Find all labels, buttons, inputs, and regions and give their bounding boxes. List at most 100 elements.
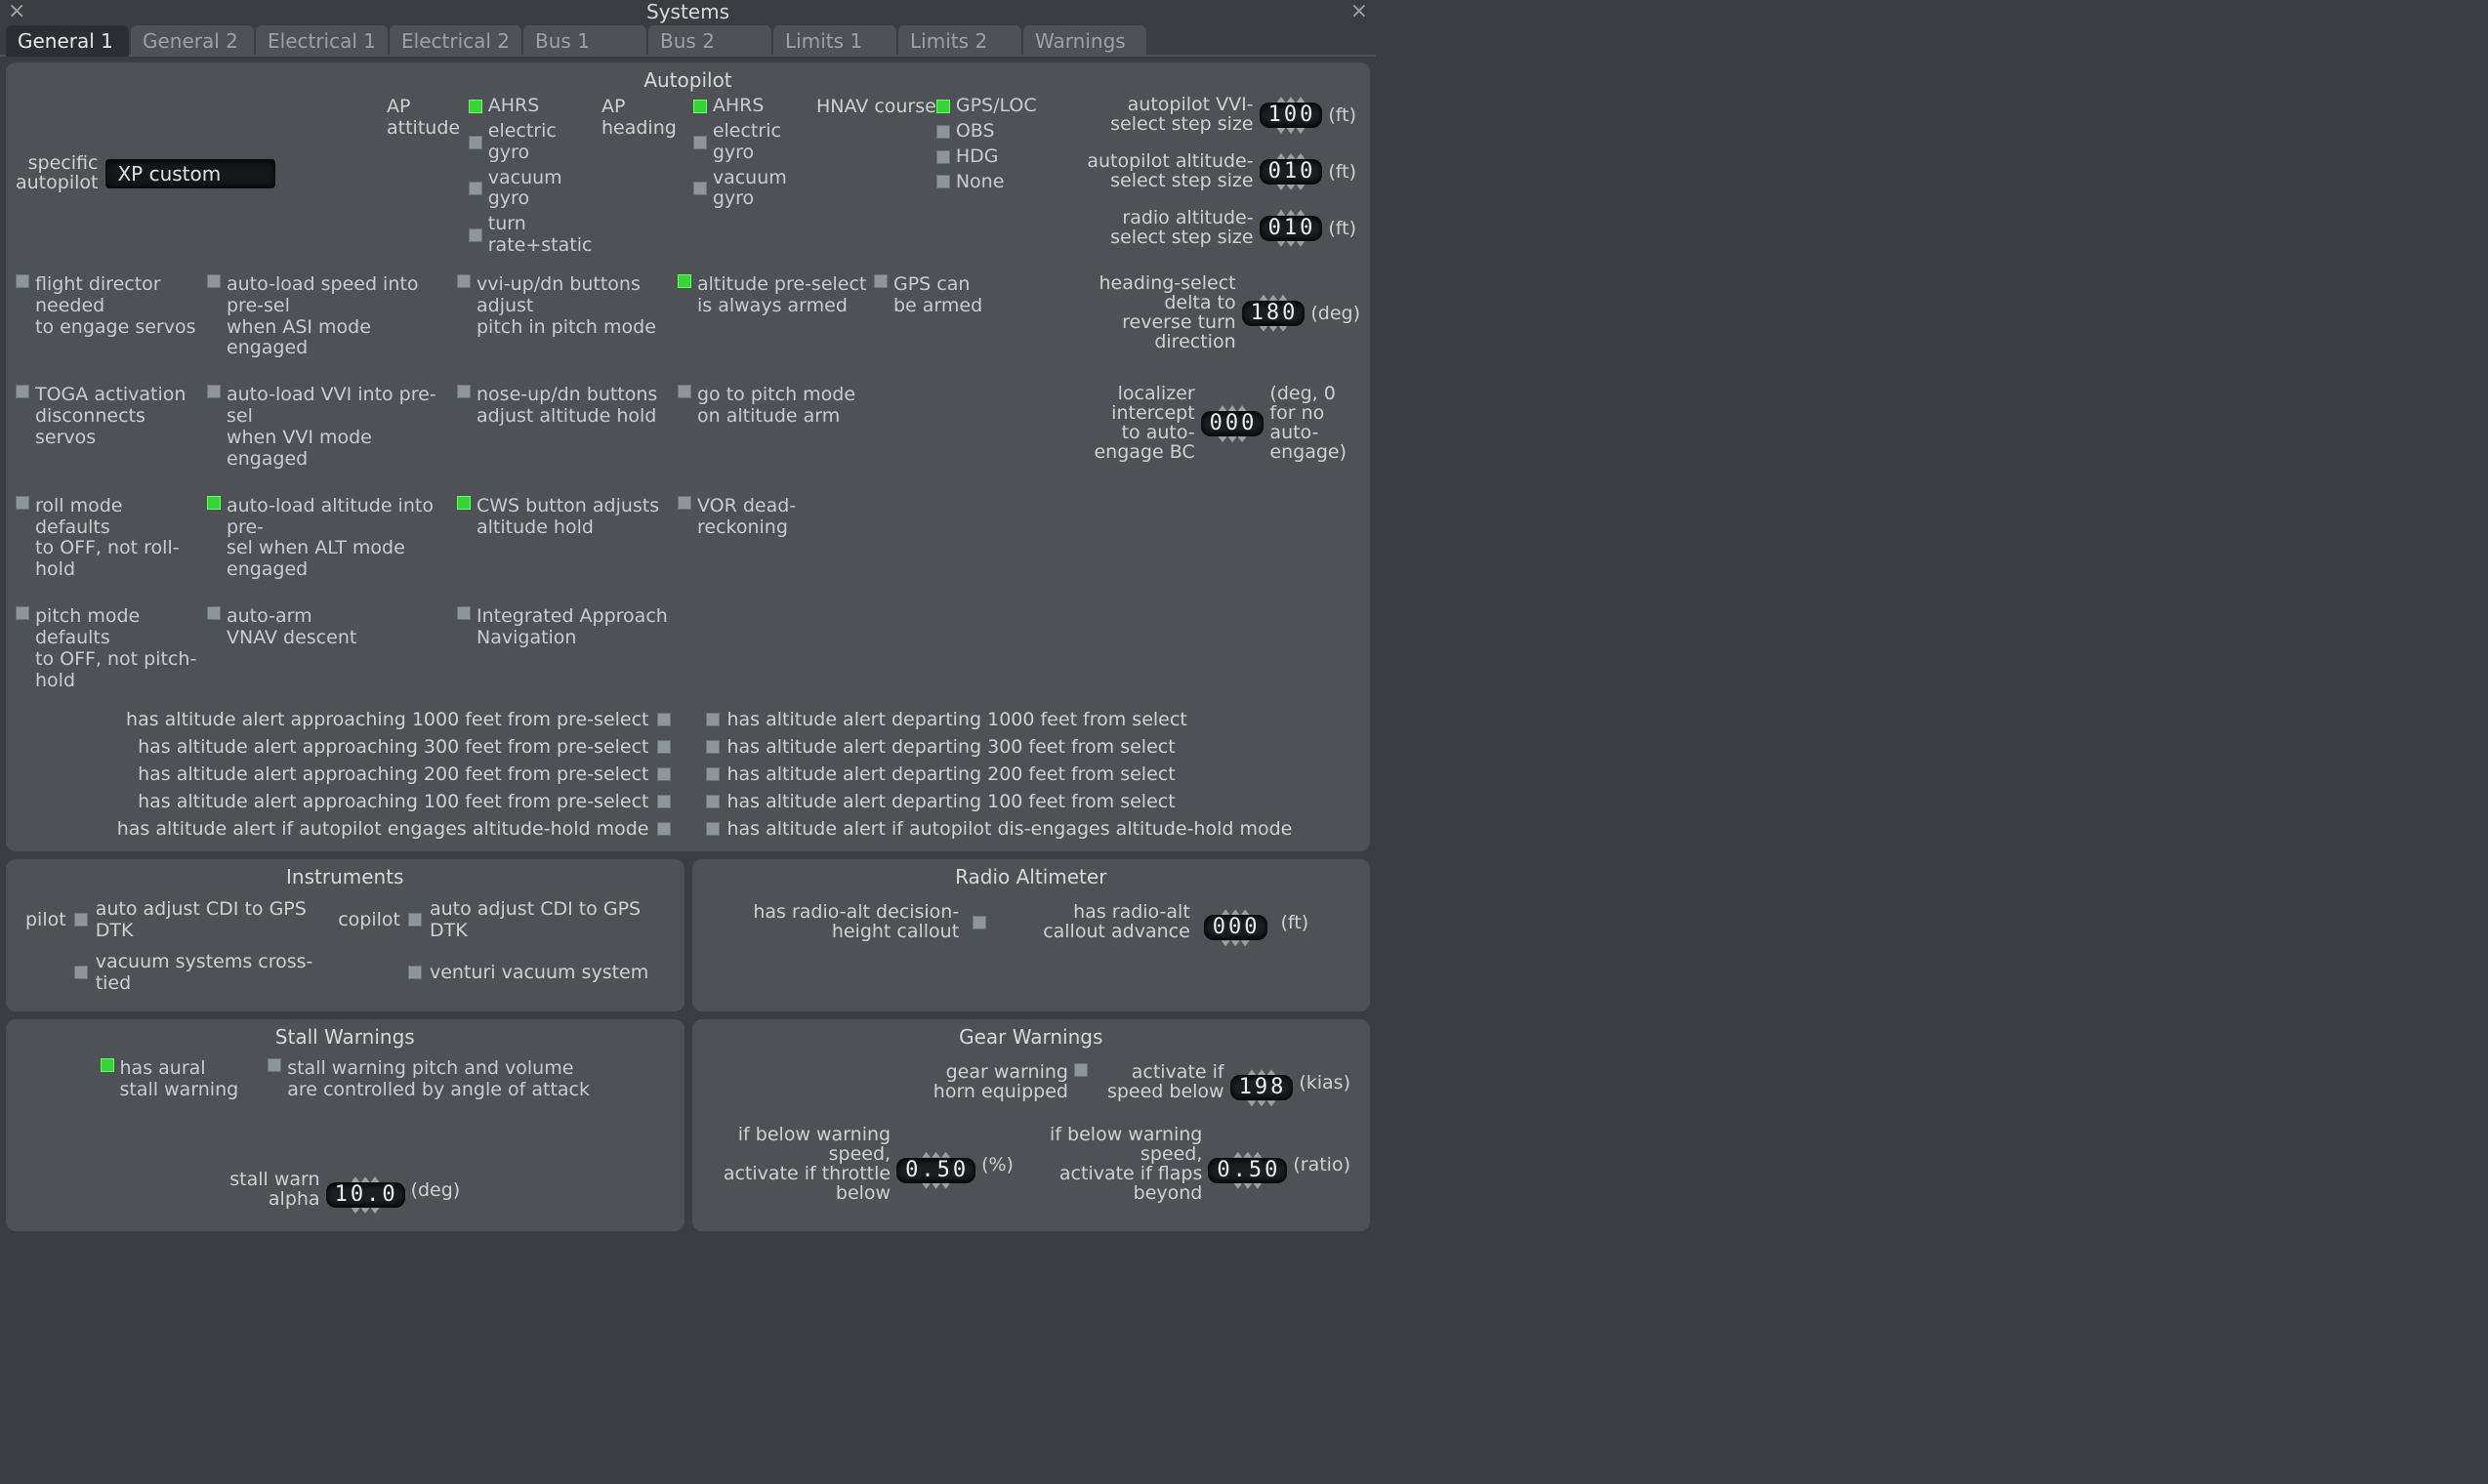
checkbox[interactable] <box>207 496 221 510</box>
checkbox[interactable] <box>1074 1063 1088 1077</box>
chevron-up-icon[interactable] <box>922 1152 931 1158</box>
checkbox[interactable] <box>207 274 221 288</box>
radio-option[interactable] <box>469 100 482 113</box>
specific-autopilot-select[interactable]: XP custom <box>105 159 275 188</box>
tab-limits-1[interactable]: Limits 1 <box>773 25 896 57</box>
chevron-down-icon[interactable] <box>1286 128 1295 134</box>
chevron-up-icon[interactable] <box>1257 1069 1265 1075</box>
chevron-up-icon[interactable] <box>1222 909 1230 915</box>
chevron-down-icon[interactable] <box>1268 326 1277 332</box>
chevron-down-icon[interactable] <box>922 1183 931 1189</box>
radio-option[interactable] <box>936 100 950 113</box>
chevron-up-icon[interactable] <box>1259 295 1267 301</box>
chevron-up-icon[interactable] <box>1268 295 1277 301</box>
tab-general-1[interactable]: General 1 <box>6 25 129 57</box>
checkbox[interactable] <box>678 385 691 398</box>
checkbox[interactable] <box>973 916 986 929</box>
checkbox[interactable] <box>101 1058 114 1072</box>
checkbox[interactable] <box>16 496 29 510</box>
number-spinner[interactable]: 100 <box>1260 97 1323 134</box>
chevron-up-icon[interactable] <box>371 1176 380 1182</box>
radio-option[interactable] <box>936 150 950 164</box>
chevron-down-icon[interactable] <box>1276 241 1285 247</box>
chevron-down-icon[interactable] <box>1286 241 1295 247</box>
close-icon[interactable]: × <box>1347 0 1372 23</box>
chevron-down-icon[interactable] <box>1296 241 1305 247</box>
checkbox[interactable] <box>74 966 88 979</box>
number-spinner[interactable]: 000 <box>1204 909 1267 946</box>
checkbox[interactable] <box>74 913 88 927</box>
chevron-up-icon[interactable] <box>1276 97 1285 103</box>
chevron-up-icon[interactable] <box>1296 210 1305 216</box>
checkbox[interactable] <box>657 822 671 836</box>
chevron-down-icon[interactable] <box>1286 185 1295 190</box>
tab-limits-2[interactable]: Limits 2 <box>898 25 1021 57</box>
checkbox[interactable] <box>657 740 671 754</box>
number-spinner[interactable]: 10.0 <box>326 1176 405 1214</box>
chevron-up-icon[interactable] <box>1276 153 1285 159</box>
chevron-up-icon[interactable] <box>1286 210 1295 216</box>
checkbox[interactable] <box>457 606 471 620</box>
chevron-down-icon[interactable] <box>1259 326 1267 332</box>
chevron-up-icon[interactable] <box>1243 1152 1252 1158</box>
chevron-down-icon[interactable] <box>1228 436 1237 442</box>
radio-option[interactable] <box>936 175 950 188</box>
chevron-up-icon[interactable] <box>1296 97 1305 103</box>
chevron-up-icon[interactable] <box>941 1152 950 1158</box>
checkbox[interactable] <box>16 606 29 620</box>
number-spinner[interactable]: 010 <box>1260 153 1323 190</box>
checkbox[interactable] <box>657 767 671 781</box>
checkbox[interactable] <box>408 913 422 927</box>
number-spinner[interactable]: 000 <box>1201 405 1265 442</box>
radio-option[interactable] <box>693 182 707 195</box>
chevron-up-icon[interactable] <box>1253 1152 1262 1158</box>
chevron-down-icon[interactable] <box>1233 1183 1242 1189</box>
chevron-up-icon[interactable] <box>1278 295 1287 301</box>
number-spinner[interactable]: 180 <box>1242 295 1306 332</box>
chevron-down-icon[interactable] <box>361 1208 370 1214</box>
close-icon[interactable]: × <box>4 0 29 23</box>
tab-electrical-1[interactable]: Electrical 1 <box>256 25 388 57</box>
checkbox[interactable] <box>457 496 471 510</box>
checkbox[interactable] <box>706 822 720 836</box>
checkbox[interactable] <box>16 274 29 288</box>
chevron-down-icon[interactable] <box>1247 1100 1256 1106</box>
chevron-up-icon[interactable] <box>1241 909 1250 915</box>
checkbox[interactable] <box>207 385 221 398</box>
chevron-up-icon[interactable] <box>1238 405 1247 411</box>
radio-option[interactable] <box>936 125 950 139</box>
chevron-down-icon[interactable] <box>371 1208 380 1214</box>
chevron-up-icon[interactable] <box>932 1152 940 1158</box>
radio-option[interactable] <box>469 228 482 242</box>
chevron-up-icon[interactable] <box>1266 1069 1275 1075</box>
chevron-up-icon[interactable] <box>361 1176 370 1182</box>
radio-option[interactable] <box>469 182 482 195</box>
tab-electrical-2[interactable]: Electrical 2 <box>390 25 521 57</box>
radio-option[interactable] <box>469 136 482 149</box>
checkbox[interactable] <box>457 274 471 288</box>
number-spinner[interactable]: 198 <box>1230 1069 1294 1106</box>
chevron-up-icon[interactable] <box>1233 1152 1242 1158</box>
chevron-up-icon[interactable] <box>1286 97 1295 103</box>
checkbox[interactable] <box>678 274 691 288</box>
checkbox[interactable] <box>874 274 888 288</box>
checkbox[interactable] <box>657 713 671 726</box>
chevron-up-icon[interactable] <box>1247 1069 1256 1075</box>
checkbox[interactable] <box>457 385 471 398</box>
chevron-up-icon[interactable] <box>1228 405 1237 411</box>
chevron-down-icon[interactable] <box>1266 1100 1275 1106</box>
checkbox[interactable] <box>268 1058 281 1072</box>
chevron-up-icon[interactable] <box>1286 153 1295 159</box>
checkbox[interactable] <box>657 795 671 808</box>
checkbox[interactable] <box>706 740 720 754</box>
chevron-down-icon[interactable] <box>1222 940 1230 946</box>
chevron-up-icon[interactable] <box>352 1176 360 1182</box>
chevron-down-icon[interactable] <box>1276 185 1285 190</box>
tab-bus-2[interactable]: Bus 2 <box>648 25 771 57</box>
chevron-down-icon[interactable] <box>941 1183 950 1189</box>
chevron-down-icon[interactable] <box>1278 326 1287 332</box>
chevron-down-icon[interactable] <box>1296 128 1305 134</box>
checkbox[interactable] <box>16 385 29 398</box>
checkbox[interactable] <box>207 606 221 620</box>
chevron-down-icon[interactable] <box>1296 185 1305 190</box>
